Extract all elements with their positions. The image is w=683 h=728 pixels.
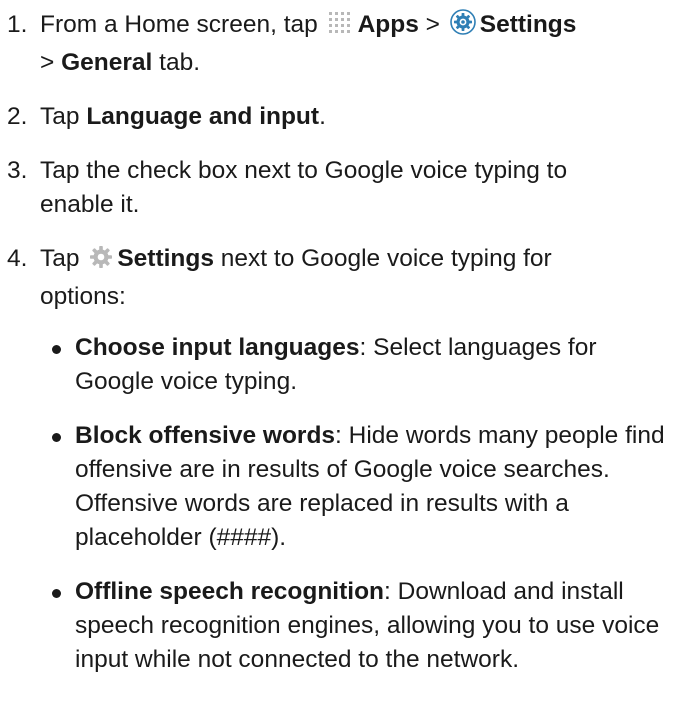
apps-label: Apps	[357, 11, 419, 38]
step-4: 4. Tap Settings next to Google voice typ…	[0, 242, 683, 677]
step-2: 2. Tap Language and input.	[0, 100, 683, 134]
step-1: 1. From a Home screen, tap Apps > Settin…	[0, 8, 683, 80]
step-text: Tap Settings next to Google voice typing	[40, 242, 683, 314]
step-number: 4.	[7, 245, 28, 272]
gear-icon	[88, 244, 114, 280]
step-number: 1.	[7, 11, 28, 38]
bullet-dot	[52, 345, 61, 354]
settings-icon	[449, 8, 477, 46]
step-text: From a Home screen, tap Apps > Settings …	[40, 8, 683, 80]
option-term: Choose input languages	[75, 334, 360, 361]
step-3: 3. Tap the check box next to Google voic…	[0, 154, 683, 222]
step-text-part: >	[418, 11, 447, 38]
step-text-part: Tap	[40, 245, 87, 272]
step-text: Tap the check box next to Google voice t…	[40, 157, 568, 218]
option-term: Offline speech recognition	[75, 578, 385, 605]
step-text-part: From a Home screen, tap	[40, 11, 325, 38]
list-item: Block offensive words: Hide words many p…	[40, 419, 683, 555]
options-list: Choose input languages: Select languages…	[40, 331, 683, 677]
general-tab-label: General	[61, 49, 153, 76]
apps-grid-icon	[327, 10, 355, 46]
settings-label: Settings	[479, 11, 577, 38]
step-number: 2.	[7, 103, 28, 130]
step-number: 3.	[7, 157, 28, 184]
step-text: Tap Language and input.	[40, 100, 683, 134]
settings-label: Settings	[117, 245, 214, 272]
step-text-part: tab.	[152, 49, 201, 76]
option-term: Block offensive words	[75, 422, 336, 449]
bullet-dot	[52, 589, 61, 598]
language-and-input-label: Language and input	[86, 103, 320, 130]
list-item: Choose input languages: Select languages…	[40, 331, 683, 399]
instruction-document: 1. From a Home screen, tap Apps > Settin…	[0, 8, 683, 697]
step-text-part: .	[319, 103, 326, 130]
bullet-dot	[52, 433, 61, 442]
list-item: Offline speech recognition: Download and…	[40, 575, 683, 677]
step-text-part: Tap	[40, 103, 87, 130]
step-text-part: >	[40, 49, 62, 76]
